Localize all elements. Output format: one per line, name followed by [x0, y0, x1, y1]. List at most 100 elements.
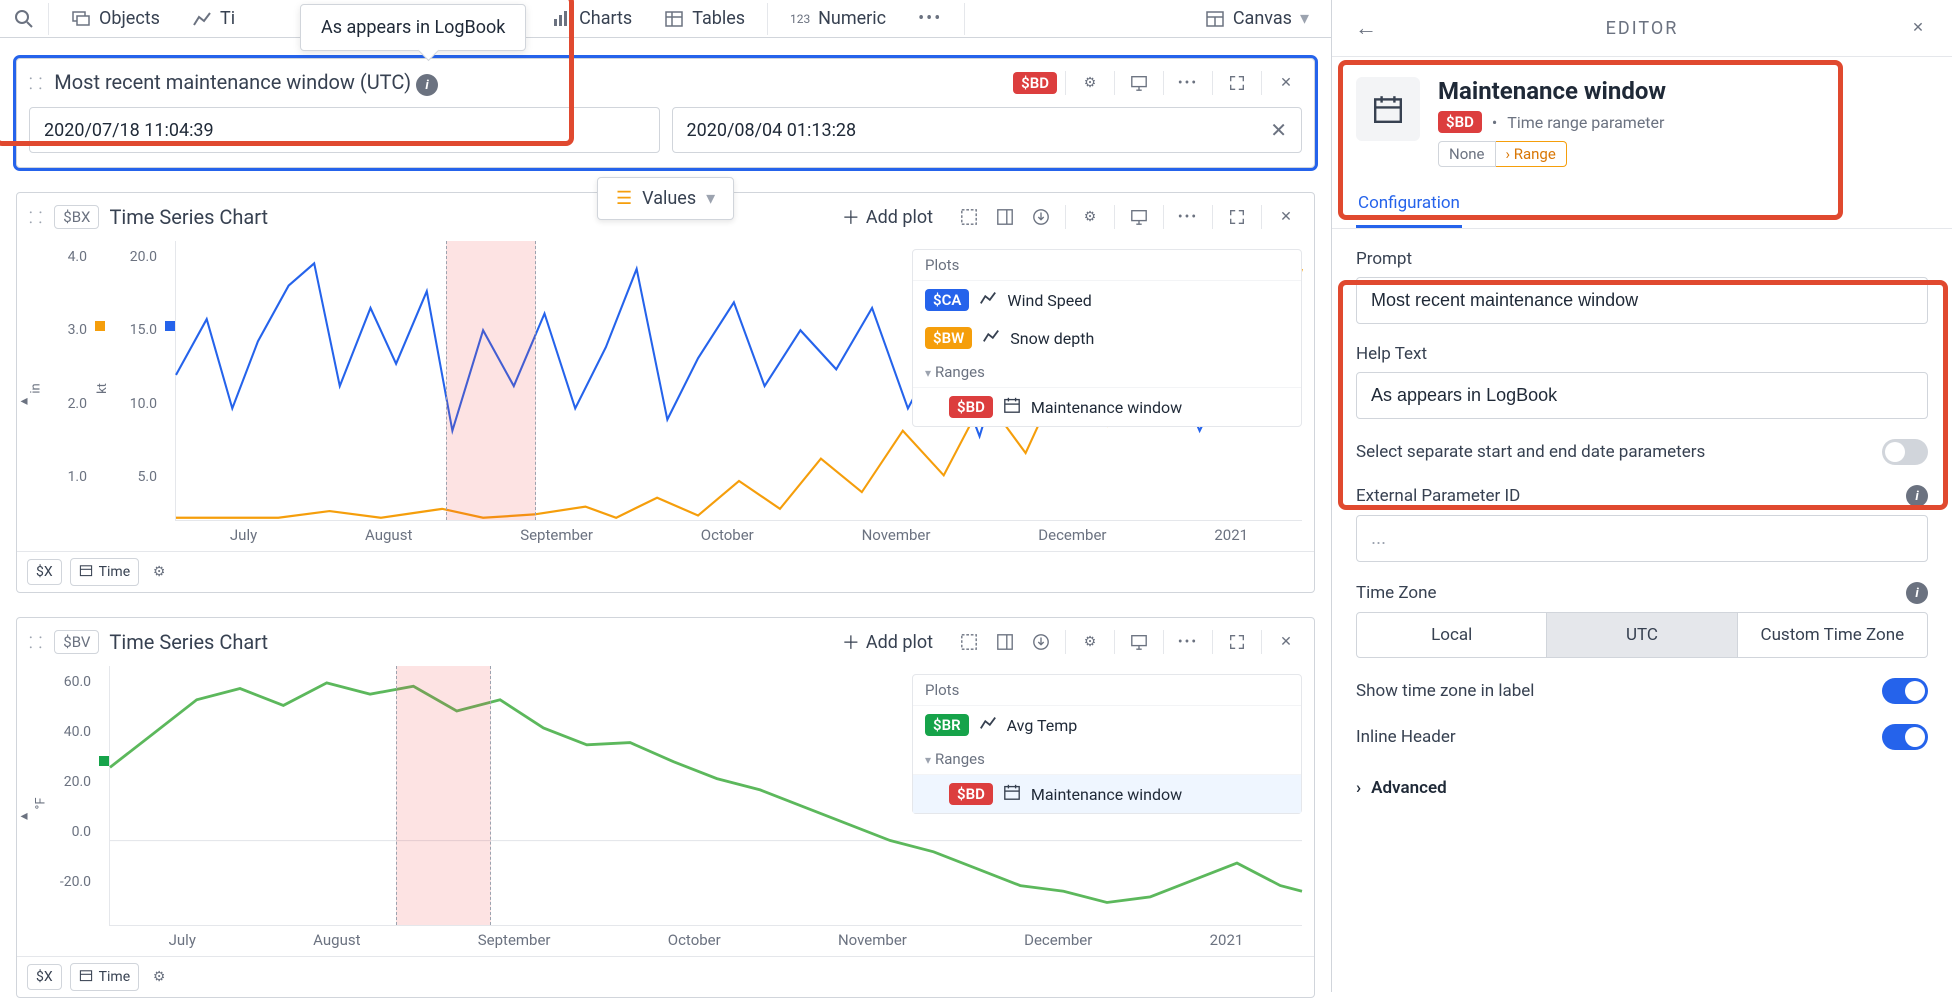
show-tz-toggle[interactable]: [1882, 678, 1928, 704]
legend-row-snow[interactable]: $BWSnow depth: [913, 319, 1301, 357]
separate-dates-label: Select separate start and end date param…: [1356, 442, 1705, 462]
time-button[interactable]: Time: [70, 558, 139, 586]
legend-row-wind[interactable]: $CAWind Speed: [913, 281, 1301, 319]
crumb-none[interactable]: None: [1438, 141, 1496, 167]
info-icon[interactable]: i: [416, 74, 438, 96]
select-icon[interactable]: [953, 201, 985, 233]
close-icon[interactable]: ✕: [1270, 626, 1302, 658]
more-icon[interactable]: •••: [1172, 67, 1204, 99]
more-icon[interactable]: •••: [1172, 626, 1204, 658]
expand-icon[interactable]: [1221, 201, 1253, 233]
select-icon[interactable]: [953, 626, 985, 658]
chart1-card: ☰ Values ▾ ⸬ $BX Time Series Chart ＋Add …: [16, 192, 1315, 593]
gear-icon[interactable]: ⚙: [1074, 67, 1106, 99]
gear-icon[interactable]: ⚙: [1074, 201, 1106, 233]
breadcrumb: None › Range: [1438, 141, 1666, 167]
calendar-icon: [79, 563, 93, 581]
close-icon[interactable]: ✕: [1270, 201, 1302, 233]
crumb-range[interactable]: › Range: [1496, 141, 1567, 167]
line-icon: [982, 327, 1000, 349]
panel-icon[interactable]: [989, 201, 1021, 233]
values-dropdown[interactable]: ☰ Values ▾: [597, 177, 734, 220]
line-icon: [979, 289, 997, 311]
maintenance-window-card[interactable]: ⸬ Most recent maintenance window (UTC) i…: [16, 58, 1315, 168]
start-date-input[interactable]: 2020/07/18 11:04:39: [29, 107, 660, 153]
expand-icon[interactable]: [1221, 67, 1253, 99]
calendar-icon: [1356, 77, 1420, 141]
more-button[interactable]: •••: [904, 0, 956, 37]
legend-row-maint[interactable]: $BDMaintenance window: [913, 775, 1301, 813]
chevron-down-icon[interactable]: ▾: [925, 753, 931, 767]
canvas-icon: [1205, 9, 1225, 29]
download-icon[interactable]: [1025, 626, 1057, 658]
bv-badge: $BV: [54, 630, 99, 654]
prompt-input[interactable]: [1356, 277, 1928, 324]
present-icon[interactable]: [1123, 67, 1155, 99]
chevron-down-icon: ▾: [706, 188, 715, 209]
objects-button[interactable]: Objects: [57, 0, 174, 37]
legend-row-temp[interactable]: $BRAvg Temp: [913, 706, 1301, 744]
collapse-left-icon[interactable]: ◂: [17, 796, 31, 836]
expand-icon[interactable]: [1221, 626, 1253, 658]
drag-handle-icon[interactable]: ⸬: [29, 206, 44, 228]
gear-icon[interactable]: ⚙: [1074, 626, 1106, 658]
chart1-plot-area[interactable]: ◂ in 4.0 3.0 2.0 1.0 kt 20.0 15.0 10.0 5…: [17, 241, 1314, 521]
info-icon[interactable]: i: [1906, 582, 1928, 604]
tz-custom[interactable]: Custom Time Zone: [1738, 613, 1927, 657]
chart2-plot-area[interactable]: ◂ °F 60.0 40.0 20.0 0.0 -20.0: [17, 666, 1314, 926]
x-badge[interactable]: $X: [27, 964, 62, 990]
chevron-down-icon[interactable]: ▾: [925, 366, 931, 380]
plus-icon: ＋: [842, 629, 860, 655]
line-icon: [979, 714, 997, 736]
tz-segment: Local UTC Custom Time Zone: [1356, 612, 1928, 658]
gear-icon[interactable]: ⚙: [147, 965, 171, 989]
tab-configuration[interactable]: Configuration: [1356, 183, 1462, 228]
tz-utc[interactable]: UTC: [1547, 613, 1737, 657]
add-plot-button[interactable]: ＋Add plot: [832, 204, 943, 230]
download-icon[interactable]: [1025, 201, 1057, 233]
charts-button[interactable]: Charts: [537, 0, 646, 37]
param-name: Maintenance window: [1438, 77, 1666, 105]
search-icon[interactable]: [8, 3, 40, 35]
drag-handle-icon[interactable]: ⸬: [29, 631, 44, 653]
present-icon[interactable]: [1123, 201, 1155, 233]
back-icon[interactable]: ←: [1350, 12, 1382, 44]
ti-button[interactable]: Ti: [178, 0, 249, 37]
chart1-legend: Plots $CAWind Speed $BWSnow depth ▾Range…: [912, 249, 1302, 427]
ext-param-input[interactable]: [1356, 515, 1928, 562]
end-date-input[interactable]: 2020/08/04 01:13:28✕: [672, 107, 1303, 153]
numeric-button[interactable]: 123Numeric: [776, 0, 900, 37]
tz-local[interactable]: Local: [1357, 613, 1547, 657]
close-icon[interactable]: ✕: [1270, 67, 1302, 99]
tables-button[interactable]: Tables: [650, 0, 759, 37]
time-button[interactable]: Time: [70, 963, 139, 991]
chart2-legend: Plots $BRAvg Temp ▾Ranges $BDMaintenance…: [912, 674, 1302, 814]
clear-icon[interactable]: ✕: [1270, 118, 1287, 142]
gear-icon[interactable]: ⚙: [147, 560, 171, 584]
inline-header-label: Inline Header: [1356, 727, 1456, 747]
separate-dates-toggle[interactable]: [1882, 439, 1928, 465]
legend-row-maint[interactable]: $BDMaintenance window: [913, 388, 1301, 426]
present-icon[interactable]: [1123, 626, 1155, 658]
drag-handle-icon[interactable]: ⸬: [29, 72, 44, 94]
calendar-icon: [79, 968, 93, 986]
ranges-header: ▾Ranges: [913, 744, 1301, 775]
x-badge[interactable]: $X: [27, 559, 62, 585]
bx-badge: $BX: [54, 205, 99, 229]
bd-badge: $BD: [1438, 111, 1482, 133]
inline-header-toggle[interactable]: [1882, 724, 1928, 750]
prompt-label: Prompt: [1356, 249, 1928, 269]
ext-param-label: External Parameter IDi: [1356, 485, 1928, 507]
close-icon[interactable]: ✕: [1902, 12, 1934, 44]
panel-icon[interactable]: [989, 626, 1021, 658]
add-plot-button[interactable]: ＋Add plot: [832, 629, 943, 655]
card-title: Most recent maintenance window (UTC) i: [54, 70, 1003, 97]
chevron-right-icon: ›: [1356, 778, 1361, 798]
help-input[interactable]: [1356, 372, 1928, 419]
canvas-dropdown[interactable]: Canvas▾: [1191, 0, 1323, 37]
info-icon[interactable]: i: [1906, 485, 1928, 507]
plots-header: Plots: [913, 250, 1301, 281]
more-icon[interactable]: •••: [1172, 201, 1204, 233]
advanced-section[interactable]: › Advanced: [1356, 770, 1928, 798]
editor-panel: ← EDITOR ✕ Maintenance window $BD • Time…: [1332, 0, 1952, 992]
